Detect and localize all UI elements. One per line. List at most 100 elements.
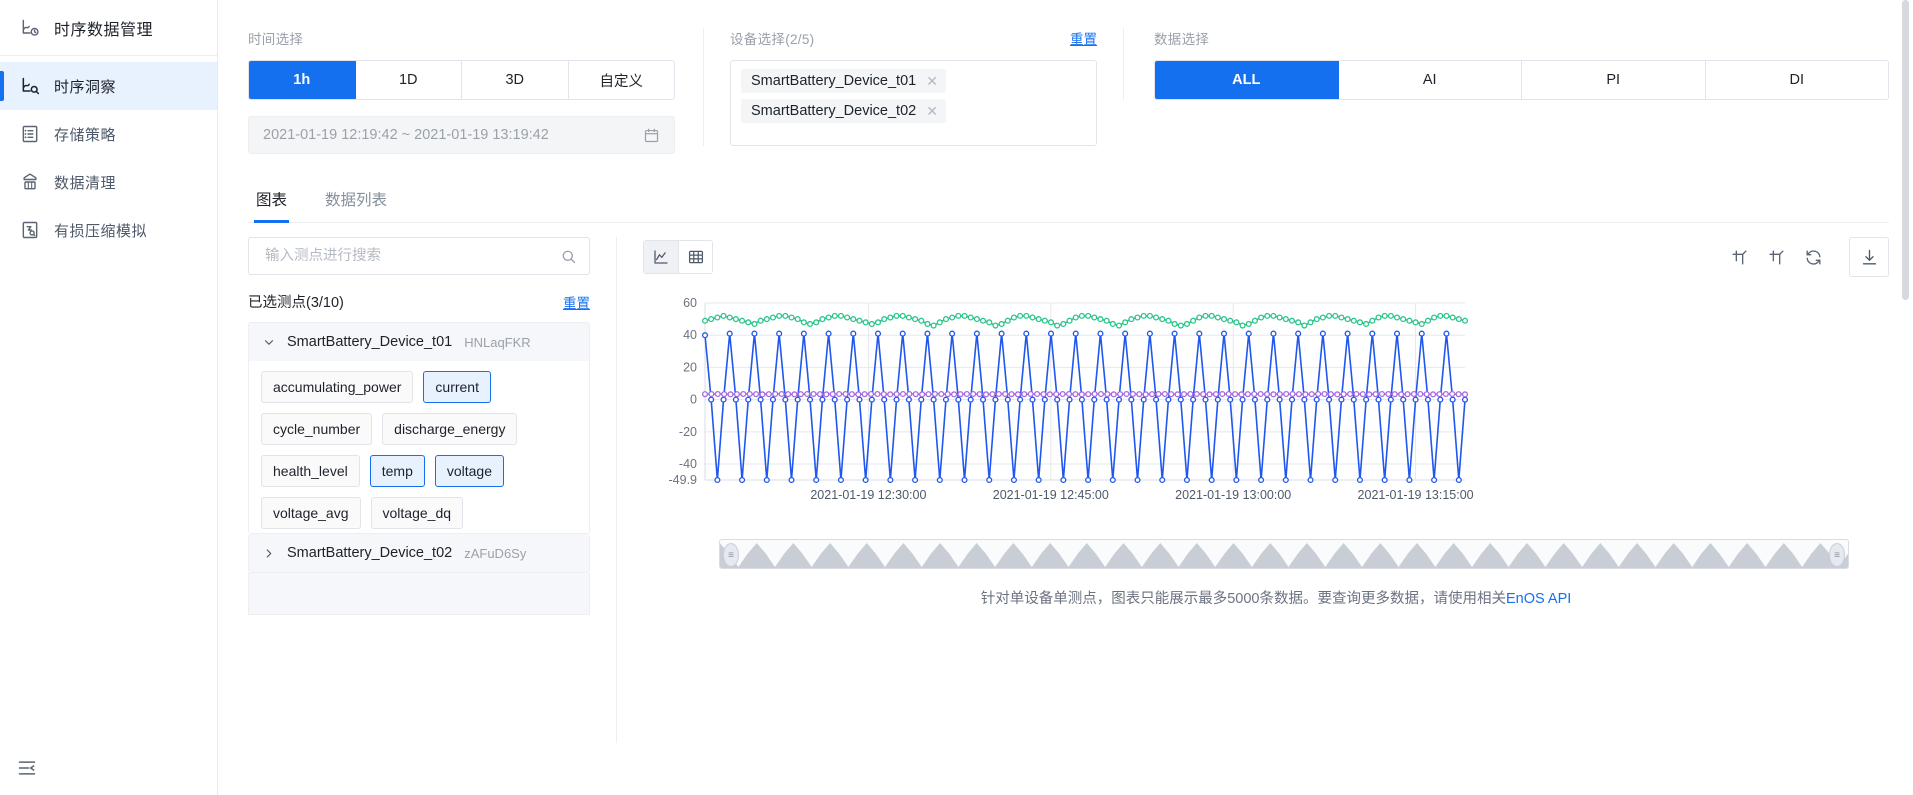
date-range-input[interactable]: 2021-01-19 12:19:42 ~ 2021-01-19 13:19:4…: [248, 116, 675, 154]
series-point-temp: [757, 317, 764, 324]
series-point-current: [1276, 396, 1283, 403]
series-point-voltage: [733, 391, 740, 398]
drag-handle-icon[interactable]: ≡: [1829, 543, 1845, 567]
line-chart-icon[interactable]: [644, 241, 678, 273]
series-point-temp: [924, 320, 931, 327]
download-icon[interactable]: [1849, 237, 1889, 277]
data-type-segmented[interactable]: ALL AI PI DI: [1154, 60, 1889, 100]
measure-point-tag[interactable]: accumulating_power: [261, 371, 414, 403]
close-icon[interactable]: ✕: [926, 74, 938, 88]
sidebar-item-compression-sim[interactable]: 有损压缩模拟: [0, 206, 217, 254]
series-point-temp: [1134, 314, 1141, 321]
table-grid-icon[interactable]: [678, 241, 712, 273]
series-point-current: [800, 330, 807, 337]
measure-point-tag[interactable]: health_level: [261, 455, 360, 487]
time-range-segmented[interactable]: 1h 1D 3D 自定义: [248, 60, 675, 100]
page-scrollbar-thumb[interactable]: [1902, 0, 1909, 300]
series-point-current: [973, 330, 980, 337]
data-option-ai[interactable]: AI: [1338, 61, 1522, 99]
undo-zoom-icon[interactable]: [1767, 248, 1786, 267]
series-point-temp: [1239, 322, 1246, 329]
series-point-current: [1350, 396, 1357, 403]
series-point-current: [1381, 476, 1388, 484]
series-point-voltage: [1289, 390, 1296, 398]
series-point-temp: [708, 316, 715, 323]
refresh-icon[interactable]: [1804, 248, 1823, 267]
sidebar-item-storage-policy[interactable]: 存储策略: [0, 110, 217, 158]
sidebar-item-insight[interactable]: 时序洞察: [0, 62, 217, 110]
data-option-all[interactable]: ALL: [1155, 61, 1339, 99]
calendar-icon[interactable]: [643, 127, 660, 144]
time-option-custom[interactable]: 自定义: [568, 61, 674, 99]
series-point-current: [868, 396, 875, 403]
search-input[interactable]: [263, 247, 552, 265]
device-tag[interactable]: SmartBattery_Device_t02 ✕: [741, 99, 946, 123]
series-point-temp: [844, 314, 851, 321]
series-point-current: [1461, 396, 1469, 403]
measure-point-tag[interactable]: discharge_energy: [382, 413, 518, 445]
measure-point-tag[interactable]: temp: [369, 455, 425, 487]
measure-reset-link[interactable]: 重置: [563, 292, 590, 312]
crop-zoom-icon[interactable]: [1730, 248, 1749, 267]
chart-zoom-slider[interactable]: ≡ ≡: [719, 539, 1849, 569]
measure-point-tag[interactable]: voltage_avg: [261, 497, 361, 529]
time-filter-label: 时间选择: [248, 32, 304, 47]
series-point-temp: [1375, 314, 1382, 321]
enos-api-link[interactable]: EnOS API: [1506, 591, 1571, 607]
measure-point-tag[interactable]: current: [423, 371, 491, 403]
series-point-current: [1220, 330, 1228, 337]
chart-svg: 60 40 20 0 -20 -40 -49.9 2021-01-19 12:30:00 202…: [669, 296, 1474, 502]
series-point-current: [1085, 476, 1092, 484]
time-option-1h[interactable]: 1h: [249, 61, 356, 99]
collapse-menu-icon[interactable]: [14, 755, 40, 781]
chart-panel: 60 40 20 0 -20 -40 -49.9 2021-01-19 12:30:00 202…: [616, 237, 1889, 743]
series-point-voltage: [829, 391, 836, 398]
measure-point-panel: 已选测点(3/10) 重置 SmartBattery_Device_t01 HN…: [248, 237, 616, 743]
close-icon[interactable]: ✕: [926, 104, 938, 118]
series-point-temp: [1270, 312, 1277, 319]
series-point-temp: [1171, 320, 1178, 327]
series-point-voltage: [1034, 390, 1041, 398]
data-option-di[interactable]: DI: [1705, 61, 1888, 99]
drag-handle-icon[interactable]: ≡: [723, 543, 739, 567]
device-group-header[interactable]: SmartBattery_Device_t02 zAFuD6Sy: [249, 534, 589, 572]
device-filter-header: 设备选择(2/5) 重置: [730, 28, 1097, 60]
chart-plot[interactable]: 60 40 20 0 -20 -40 -49.9 2021-01-19 12:30:00 202…: [643, 295, 1889, 525]
series-point-voltage: [1276, 391, 1283, 398]
measure-point-tag[interactable]: voltage_dq: [370, 497, 464, 529]
device-tag-label: SmartBattery_Device_t02: [751, 103, 917, 119]
series-point-current: [763, 476, 770, 484]
sidebar-item-label: 数据清理: [54, 174, 117, 192]
device-group-header[interactable]: SmartBattery_Device_t01 HNLaqFKR: [249, 323, 589, 361]
view-type-toggle[interactable]: [643, 240, 713, 274]
series-line-current: [704, 332, 1466, 481]
time-option-3d[interactable]: 3D: [462, 61, 569, 99]
data-option-pi[interactable]: PI: [1522, 61, 1706, 99]
search-icon[interactable]: [560, 248, 577, 265]
tab-data-list[interactable]: 数据列表: [323, 180, 389, 222]
device-reset-link[interactable]: 重置: [1070, 28, 1097, 48]
series-point-current: [1418, 330, 1425, 337]
series-point-current: [893, 396, 900, 403]
sidebar-item-data-clean[interactable]: 数据清理: [0, 158, 217, 206]
series-point-voltage: [810, 390, 817, 398]
series-point-current: [1177, 396, 1184, 403]
measure-point-tag[interactable]: voltage: [434, 455, 505, 487]
chevron-down-icon[interactable]: [263, 336, 275, 349]
measure-search-box[interactable]: [248, 237, 590, 275]
tab-chart[interactable]: 图表: [254, 180, 290, 223]
series-point-current: [751, 330, 758, 337]
series-point-current: [1183, 476, 1190, 484]
chevron-right-icon[interactable]: [263, 547, 275, 560]
series-point-voltage: [1398, 391, 1405, 398]
series-point-current: [1400, 396, 1407, 403]
page-scrollbar[interactable]: [1901, 0, 1911, 795]
series-point-current: [831, 396, 838, 403]
series-point-temp: [961, 312, 968, 319]
device-tag-box[interactable]: SmartBattery_Device_t01 ✕ SmartBattery_D…: [730, 60, 1097, 146]
measure-point-tag[interactable]: cycle_number: [261, 413, 373, 445]
device-tag[interactable]: SmartBattery_Device_t01 ✕: [741, 69, 946, 93]
series-point-voltage: [1085, 391, 1092, 398]
time-option-1d[interactable]: 1D: [355, 61, 462, 99]
device-group-name: SmartBattery_Device_t01: [287, 334, 453, 350]
